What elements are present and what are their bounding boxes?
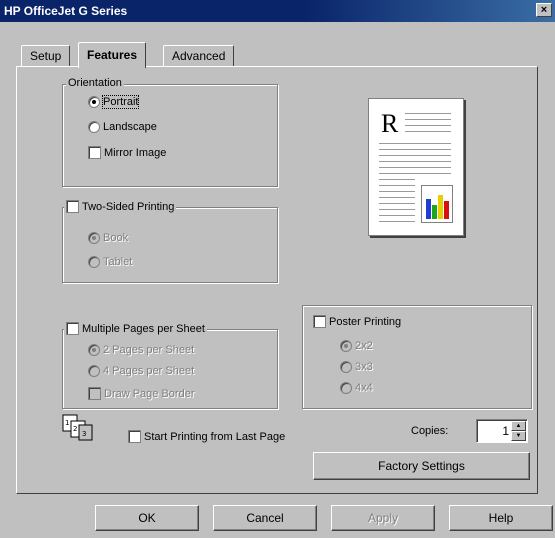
poster-option-3-radio: [340, 382, 352, 394]
two-sided-label: Two-Sided Printing: [82, 200, 175, 213]
multiple-pages-check[interactable]: [66, 322, 79, 335]
copies-spinner[interactable]: 1 ▲ ▼: [476, 419, 528, 443]
spin-down-icon[interactable]: ▼: [511, 431, 526, 441]
window-title: HP OfficeJet G Series: [4, 4, 128, 18]
start-last-page-checkbox[interactable]: Start Printing from Last Page: [128, 430, 285, 443]
help-label: Help: [488, 511, 514, 525]
poster-option-1: 2x2: [340, 340, 373, 352]
tab-setup[interactable]: Setup: [21, 45, 71, 67]
poster-option-1-label: 2x2: [355, 340, 373, 352]
preview-letter: R: [381, 109, 399, 138]
pages-per-sheet-option-1-radio: [88, 344, 100, 356]
poster-option-1-radio: [340, 340, 352, 352]
two-sided-option-2-radio: [88, 256, 100, 268]
ok-button[interactable]: OK: [95, 505, 199, 531]
poster-option-2: 3x3: [340, 361, 373, 373]
spin-up-icon[interactable]: ▲: [511, 421, 526, 431]
draw-page-border-label: Draw Page Border: [104, 387, 195, 400]
svg-text:3: 3: [82, 430, 86, 438]
pages-per-sheet-option-1: 2 Pages per Sheet: [88, 344, 194, 356]
draw-page-border-checkbox: Draw Page Border: [88, 387, 195, 400]
close-button[interactable]: ×: [536, 3, 552, 17]
factory-settings-button[interactable]: Factory Settings: [313, 452, 530, 480]
copies-label: Copies:: [411, 425, 449, 437]
landscape-radio[interactable]: Landscape: [88, 121, 157, 133]
title-bar: HP OfficeJet G Series ×: [0, 0, 555, 22]
multiple-pages-checkbox[interactable]: Multiple Pages per Sheet: [64, 322, 207, 335]
portrait-radio[interactable]: Portrait: [88, 95, 140, 109]
pages-per-sheet-option-2-label: 4 Pages per Sheet: [103, 365, 195, 377]
poster-option-2-radio: [340, 361, 352, 373]
multiple-pages-label: Multiple Pages per Sheet: [82, 322, 205, 335]
cancel-button[interactable]: Cancel: [213, 505, 317, 531]
page-order-icon: 1 2 3: [62, 414, 93, 441]
draw-page-border-check: [88, 387, 101, 400]
two-sided-option-1: Book: [88, 232, 128, 244]
poster-printing-label: Poster Printing: [329, 315, 402, 328]
portrait-radio-button[interactable]: [88, 96, 100, 108]
tab-features[interactable]: Features: [78, 42, 147, 68]
copies-value[interactable]: 1: [502, 424, 509, 438]
pages-per-sheet-option-2: 4 Pages per Sheet: [88, 365, 194, 377]
ok-label: OK: [138, 511, 156, 525]
start-last-page-check[interactable]: [128, 430, 141, 443]
pages-per-sheet-option-1-label: 2 Pages per Sheet: [103, 344, 195, 356]
poster-option-3-label: 4x4: [355, 382, 373, 394]
two-sided-checkbox[interactable]: Two-Sided Printing: [64, 200, 177, 213]
orientation-legend: Orientation: [66, 77, 124, 89]
poster-printing-check[interactable]: [313, 315, 326, 328]
tab-setup-label: Setup: [30, 49, 62, 63]
apply-button[interactable]: Apply: [331, 505, 435, 531]
mirror-image-checkbox[interactable]: Mirror Image: [88, 146, 166, 159]
tab-advanced[interactable]: Advanced: [163, 45, 235, 67]
poster-option-3: 4x4: [340, 382, 373, 394]
bar-chart-icon: [421, 185, 453, 223]
two-sided-option-2: Tablet: [88, 256, 132, 268]
tab-advanced-label: Advanced: [172, 49, 226, 63]
two-sided-check[interactable]: [66, 200, 79, 213]
page-preview: R: [368, 98, 464, 236]
svg-text:1: 1: [65, 419, 69, 427]
cancel-label: Cancel: [246, 511, 284, 525]
pages-per-sheet-option-2-radio: [88, 365, 100, 377]
two-sided-group: [62, 207, 278, 283]
two-sided-option-2-label: Tablet: [103, 256, 133, 268]
apply-label: Apply: [367, 511, 399, 525]
factory-settings-label: Factory Settings: [378, 459, 465, 473]
portrait-label: Portrait: [101, 95, 140, 109]
tab-features-label: Features: [87, 48, 138, 62]
help-button[interactable]: Help: [449, 505, 553, 531]
landscape-label: Landscape: [103, 121, 157, 133]
poster-option-2-label: 3x3: [355, 361, 373, 373]
two-sided-option-1-radio: [88, 232, 100, 244]
poster-printing-checkbox[interactable]: Poster Printing: [311, 315, 404, 328]
mirror-image-check[interactable]: [88, 146, 101, 159]
mirror-image-label: Mirror Image: [104, 146, 167, 159]
landscape-radio-button[interactable]: [88, 121, 100, 133]
svg-text:2: 2: [73, 425, 77, 433]
start-last-page-label: Start Printing from Last Page: [144, 430, 286, 443]
two-sided-option-1-label: Book: [103, 232, 129, 244]
